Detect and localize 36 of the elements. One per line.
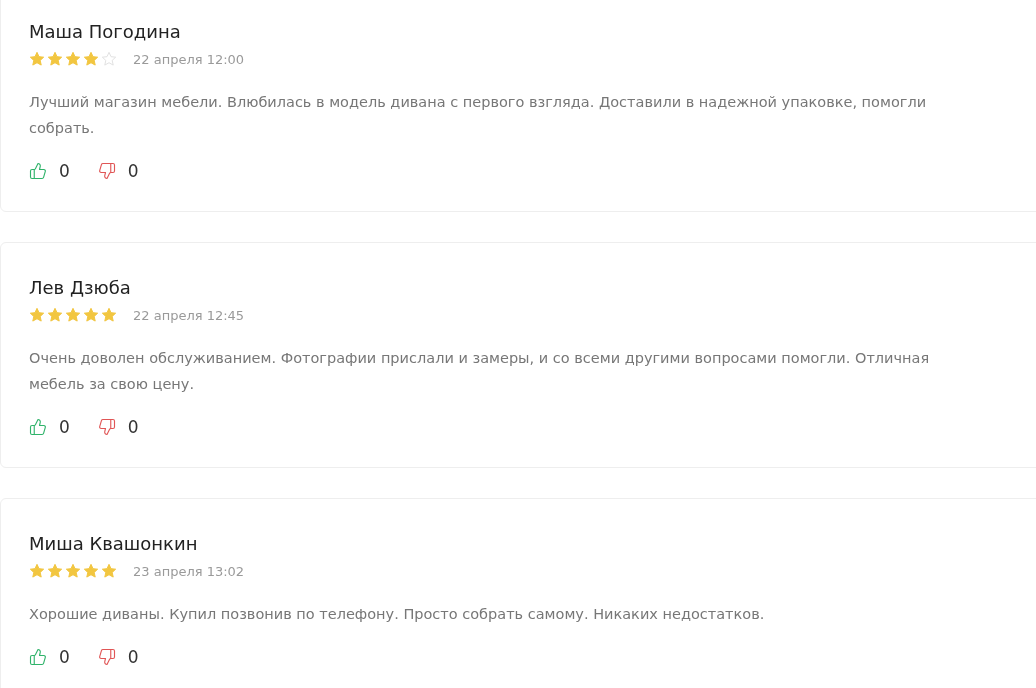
star-icon	[47, 563, 63, 579]
review-text: Очень доволен обслуживанием. Фотографии прислали и замеры, и со всеми другими вопросами помогли. Отличная мебель за свою цену.	[29, 349, 931, 394]
star-icon	[29, 307, 45, 323]
like-button[interactable]: 0	[29, 417, 70, 437]
star-icon	[101, 51, 117, 67]
star-icon	[83, 307, 99, 323]
star-icon	[29, 563, 45, 579]
star-icon	[101, 563, 117, 579]
star-icon	[65, 563, 81, 579]
like-button[interactable]: 0	[29, 161, 70, 181]
star-icon	[29, 51, 45, 67]
thumbs-down-icon	[97, 418, 116, 436]
star-icon	[65, 307, 81, 323]
star-icon	[101, 307, 117, 323]
dislike-button[interactable]: 0	[97, 417, 139, 437]
review-date: 22 апреля 12:00	[133, 51, 245, 67]
review-date: 23 апреля 13:02	[133, 563, 245, 579]
thumbs-up-icon	[29, 418, 47, 436]
star-icon	[83, 563, 99, 579]
like-button[interactable]: 0	[29, 647, 70, 667]
thumbs-up-icon	[29, 648, 47, 666]
star-icon	[83, 51, 99, 67]
review-text: Лучший магазин мебели. Влюбилась в модель дивана с первого взгляда. Доставили в надежной упаковке, помогли собрать.	[29, 93, 928, 138]
review-date: 22 апреля 12:45	[133, 307, 245, 323]
star-icon	[47, 307, 63, 323]
author-name: Маша Погодина	[29, 21, 182, 43]
dislike-button[interactable]: 0	[97, 647, 139, 667]
thumbs-up-icon	[29, 162, 47, 180]
star-icon	[65, 51, 81, 67]
author-name: Лев Дзюба	[29, 277, 132, 299]
dislike-button[interactable]: 0	[97, 161, 139, 181]
star-icon	[47, 51, 63, 67]
review-text: Хорошие диваны. Купил позвонив по телефону. Просто собрать самому. Никаких недостатков.	[29, 605, 766, 624]
thumbs-down-icon	[97, 162, 116, 180]
thumbs-down-icon	[97, 648, 116, 666]
author-name: Миша Квашонкин	[29, 533, 199, 555]
